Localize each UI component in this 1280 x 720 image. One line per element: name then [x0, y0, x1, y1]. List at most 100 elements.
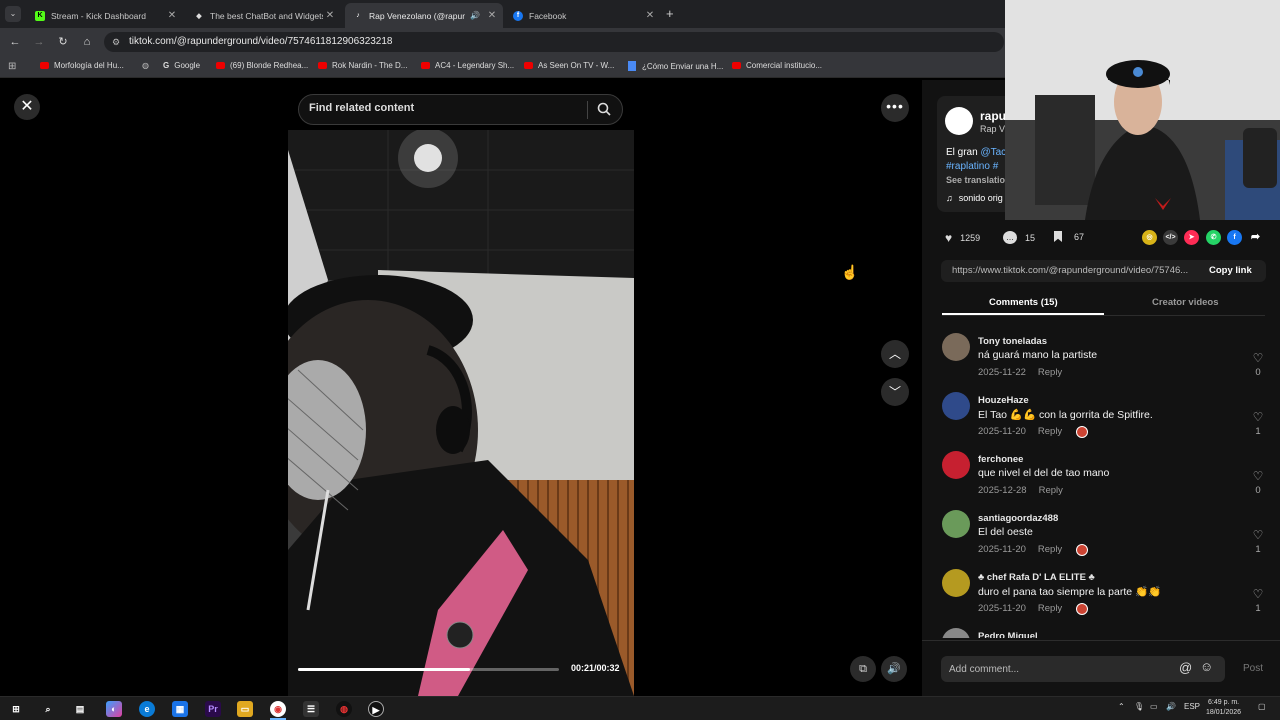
comment-like-heart-icon[interactable]: ♡: [1251, 469, 1265, 483]
media-player-icon[interactable]: ▶: [368, 701, 384, 717]
language-indicator[interactable]: ESP: [1184, 702, 1200, 711]
back-arrow-icon[interactable]: ←: [8, 35, 22, 49]
tab-search-button[interactable]: ⌄: [5, 6, 21, 22]
site-info-icon[interactable]: ⚙: [112, 32, 120, 52]
app-icon[interactable]: ☰: [303, 701, 319, 717]
bookmark-item[interactable]: Morfología del Hu...: [40, 61, 124, 70]
commenter-avatar[interactable]: [942, 451, 970, 479]
microphone-icon[interactable]: 🎙: [1134, 702, 1144, 711]
reply-button[interactable]: Reply: [1038, 544, 1062, 556]
embed-icon[interactable]: </>: [1163, 230, 1178, 245]
coin-icon[interactable]: ◎: [1142, 230, 1157, 245]
forward-arrow-icon[interactable]: →: [32, 35, 46, 49]
video-progress-bar[interactable]: [298, 668, 559, 671]
video-link-text[interactable]: https://www.tiktok.com/@rapunderground/v…: [952, 260, 1188, 282]
more-options-button[interactable]: •••: [881, 94, 909, 122]
clock-date[interactable]: 18/01/2026: [1206, 709, 1241, 716]
tab-comments[interactable]: Comments (15): [989, 297, 1058, 308]
reload-icon[interactable]: ↻: [56, 35, 70, 49]
commenter-name[interactable]: Tony toneladas: [978, 336, 1047, 347]
video-player[interactable]: [288, 130, 634, 696]
volume-tray-icon[interactable]: 🔊: [1166, 702, 1176, 711]
close-tab-icon[interactable]: ✕: [165, 10, 179, 21]
reply-button[interactable]: Reply: [1038, 367, 1062, 378]
post-button[interactable]: Post: [1243, 663, 1263, 674]
task-view-icon[interactable]: ▤: [72, 701, 88, 717]
clock-time[interactable]: 6:49 p. m.: [1208, 699, 1239, 706]
commenter-name[interactable]: Pedro Miguel: [978, 631, 1038, 638]
captions-button[interactable]: ⧉: [850, 656, 876, 682]
search-icon[interactable]: ⌕: [40, 701, 56, 717]
bookmark-item[interactable]: ◍: [142, 61, 154, 70]
file-explorer-icon[interactable]: ▭: [237, 701, 253, 717]
bookmark-item[interactable]: G Google: [163, 61, 200, 70]
comment-like-heart-icon[interactable]: ♡: [1251, 351, 1265, 365]
see-translation-link[interactable]: See translatio: [946, 175, 1005, 185]
commenter-avatar[interactable]: [942, 628, 970, 638]
copilot-icon[interactable]: ◐: [106, 701, 122, 717]
commenter-avatar[interactable]: [942, 392, 970, 420]
commenter-avatar[interactable]: [942, 333, 970, 361]
commenter-name[interactable]: ferchonee: [978, 454, 1023, 465]
obs-icon[interactable]: ◍: [336, 701, 352, 717]
mention-link[interactable]: @Tac: [980, 147, 1006, 158]
comment-like-heart-icon[interactable]: ♡: [1251, 587, 1265, 601]
bookmark-item[interactable]: (69) Blonde Redhea...: [216, 61, 308, 70]
windows-start-icon[interactable]: ⊞: [8, 701, 24, 717]
apps-grid-icon[interactable]: ⊞: [8, 61, 16, 72]
search-icon[interactable]: [596, 101, 612, 117]
commenter-avatar[interactable]: [942, 569, 970, 597]
edge-icon[interactable]: e: [139, 701, 155, 717]
close-player-button[interactable]: ✕: [14, 94, 40, 120]
tray-chevron-icon[interactable]: ⌃: [1118, 702, 1125, 711]
reply-button[interactable]: Reply: [1039, 485, 1063, 496]
network-icon[interactable]: ▭: [1150, 702, 1158, 711]
reply-button[interactable]: Reply: [1038, 426, 1062, 438]
facebook-share-icon[interactable]: f: [1227, 230, 1242, 245]
author-avatar[interactable]: [945, 107, 973, 135]
whatsapp-icon[interactable]: ✆: [1206, 230, 1221, 245]
bookmark-item[interactable]: As Seen On TV - W...: [524, 61, 614, 70]
copy-link-button[interactable]: Copy link: [1209, 260, 1252, 282]
close-tab-icon[interactable]: ✕: [643, 10, 657, 21]
author-name[interactable]: rapu: [980, 109, 1006, 123]
close-tab-icon[interactable]: ✕: [323, 10, 337, 21]
store-icon[interactable]: ▦: [172, 701, 188, 717]
bookmark-item[interactable]: Rok Nardin - The D...: [318, 61, 407, 70]
commenter-name[interactable]: HouzeHaze: [978, 395, 1029, 406]
new-tab-plus-icon[interactable]: +: [666, 6, 674, 21]
bookmark-item[interactable]: Comercial institucio...: [732, 61, 822, 70]
next-video-button[interactable]: ﹀: [881, 378, 909, 406]
search-input[interactable]: [309, 102, 579, 114]
close-tab-icon[interactable]: ✕: [485, 10, 499, 21]
send-to-friends-icon[interactable]: ➤: [1184, 230, 1199, 245]
comment-like-heart-icon[interactable]: ♡: [1251, 528, 1265, 542]
bookmark-item[interactable]: ¿Cómo Enviar una H...: [628, 61, 723, 71]
reply-button[interactable]: Reply: [1038, 603, 1062, 615]
home-icon[interactable]: ⌂: [80, 35, 94, 49]
url-field[interactable]: ⚙ tiktok.com/@rapunderground/video/75746…: [104, 32, 1004, 52]
commenter-avatar[interactable]: [942, 510, 970, 538]
sound-row[interactable]: ♫ sonido orig: [946, 193, 1003, 203]
commenter-name[interactable]: ♣ chef Rafa D' LA ELITE ♣: [978, 572, 1095, 583]
emoji-icon[interactable]: ☺: [1200, 659, 1213, 674]
volume-button[interactable]: 🔊: [881, 656, 907, 682]
commenter-name[interactable]: santiagoordaz488: [978, 513, 1058, 524]
previous-video-button[interactable]: ︿: [881, 340, 909, 368]
chrome-icon[interactable]: ◉: [270, 701, 286, 717]
share-arrow-icon[interactable]: ➦: [1248, 230, 1263, 245]
save-button[interactable]: 67: [1054, 231, 1084, 242]
bookmark-item[interactable]: AC4 - Legendary Sh...: [421, 61, 514, 70]
browser-tab[interactable]: f Facebook ✕: [505, 3, 661, 28]
premiere-pro-icon[interactable]: Pr: [205, 701, 221, 717]
notifications-icon[interactable]: ▢: [1258, 702, 1266, 711]
hashtags[interactable]: #raplatino #: [946, 161, 998, 172]
mention-at-icon[interactable]: @: [1179, 660, 1192, 675]
browser-tab[interactable]: ◆ The best ChatBot and Widgets ✕: [186, 3, 341, 28]
audio-playing-icon[interactable]: 🔊: [470, 11, 480, 20]
comment-button[interactable]: … 15: [1003, 231, 1035, 244]
browser-tab-active[interactable]: ♪ Rap Venezolano (@rapunde 🔊 ✕: [345, 3, 503, 28]
like-button[interactable]: ♥ 1259: [945, 231, 980, 245]
comment-like-heart-icon[interactable]: ♡: [1251, 410, 1265, 424]
tab-creator-videos[interactable]: Creator videos: [1152, 297, 1219, 308]
